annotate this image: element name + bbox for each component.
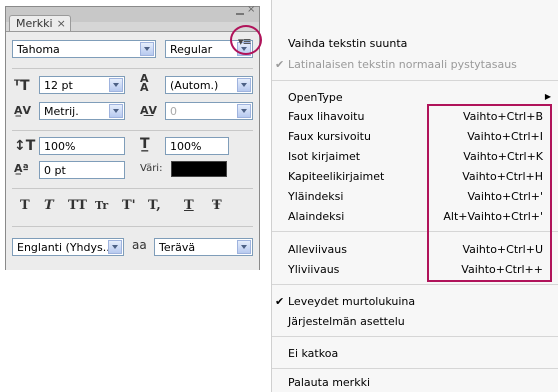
color-swatch[interactable] [171, 161, 227, 177]
font-size-value: 12 pt [44, 79, 73, 92]
menu-separator [272, 80, 558, 81]
horizontal-scale-input[interactable]: 100% [165, 137, 229, 155]
panel-flyout-menu: Vaihda tekstin suunta ✔ Latinalaisen tek… [271, 0, 558, 392]
menu-separator [272, 368, 558, 369]
language-select[interactable]: Englanti (Yhdys... [12, 238, 124, 256]
kerning-icon: A̲V [14, 104, 32, 117]
divider [12, 68, 253, 69]
menu-item-strikethrough[interactable]: Yliviivaus [288, 263, 339, 276]
menu-item-no-break[interactable]: Ei katkoa [288, 347, 338, 360]
kerning-value: Metrij. [44, 105, 79, 118]
baseline-shift-value: 0 pt [44, 164, 66, 177]
font-size-select[interactable]: 12 pt [39, 76, 125, 94]
menu-item-superscript[interactable]: Yläindeksi [288, 190, 343, 203]
chevron-down-icon[interactable] [140, 42, 154, 56]
anti-alias-select[interactable]: Terävä [154, 238, 253, 256]
horizontal-scale-value: 100% [170, 140, 202, 153]
tab-merkki[interactable]: Merkki × [9, 15, 71, 32]
menu-item-standard-vertical-roman-alignment[interactable]: Latinalaisen tekstin normaali pystytasau… [288, 58, 517, 71]
leading-value: (Autom.) [170, 79, 219, 92]
underline-button[interactable]: T [184, 198, 194, 213]
faux-bold-button[interactable]: T [20, 198, 30, 213]
horizontal-scale-icon: T̲ [140, 136, 150, 152]
leading-select[interactable]: (Autom.) [165, 76, 253, 94]
faux-italic-button[interactable]: T [44, 198, 54, 213]
chevron-down-icon[interactable] [237, 240, 251, 254]
vertical-scale-icon: ↕T [14, 138, 36, 154]
vertical-scale-value: 100% [44, 140, 76, 153]
menu-item-fractional-widths[interactable]: Leveydet murtolukuina [288, 295, 415, 308]
leading-icon: AA [140, 72, 149, 94]
chevron-down-icon[interactable] [237, 104, 251, 118]
close-icon[interactable]: × [247, 4, 255, 15]
chevron-down-icon[interactable] [109, 104, 123, 118]
tab-label: Merkki [16, 17, 53, 30]
menu-item-reset-character[interactable]: Palauta merkki [288, 376, 370, 389]
tracking-value: 0 [170, 105, 177, 118]
tab-close-icon[interactable]: × [57, 17, 66, 30]
kerning-select[interactable]: Metrij. [39, 102, 125, 120]
menu-item-faux-italic[interactable]: Faux kursivoitu [288, 130, 371, 143]
font-size-icon: ᵀT [14, 78, 30, 94]
tracking-icon: A͟V [140, 104, 158, 117]
language-value: Englanti (Yhdys... [17, 241, 114, 254]
chevron-down-icon[interactable] [109, 78, 123, 92]
menu-item-all-caps[interactable]: Isot kirjaimet [288, 150, 360, 163]
font-style-value: Regular [170, 43, 213, 56]
menu-item-faux-bold[interactable]: Faux lihavoitu [288, 110, 364, 123]
small-caps-button[interactable]: Tr [95, 199, 108, 212]
shortcut-callout-box [427, 104, 552, 282]
menu-item-subscript[interactable]: Alaindeksi [288, 210, 344, 223]
all-caps-button[interactable]: TT [68, 198, 87, 213]
subscript-button[interactable]: T, [148, 198, 161, 213]
tracking-select[interactable]: 0 [165, 102, 253, 120]
character-panel: × Merkki × Tahoma Regular ᵀT 12 pt AA (Au… [5, 4, 260, 270]
check-icon: ✔ [275, 295, 285, 308]
check-icon: ✔ [275, 58, 285, 71]
chevron-down-icon[interactable] [108, 240, 122, 254]
superscript-button[interactable]: T' [122, 198, 136, 213]
vertical-scale-input[interactable]: 100% [39, 137, 125, 155]
menu-item-change-text-orientation[interactable]: Vaihda tekstin suunta [288, 37, 407, 50]
baseline-shift-icon: A̲ª [14, 162, 29, 175]
menu-separator [272, 284, 558, 285]
divider [12, 226, 253, 227]
menu-item-system-layout[interactable]: Järjestelmän asettelu [288, 315, 405, 328]
divider [12, 188, 253, 189]
anti-alias-value: Terävä [159, 241, 196, 254]
callout-circle [230, 25, 262, 55]
minimize-icon[interactable] [236, 13, 244, 15]
menu-separator [272, 336, 558, 337]
menu-item-underline[interactable]: Alleviivaus [288, 243, 347, 256]
style-buttons-row: T T TT Tr T' T, T Ŧ [20, 198, 248, 214]
color-label: Väri: [140, 163, 163, 174]
menu-item-small-caps[interactable]: Kapiteelikirjaimet [288, 170, 384, 183]
panel-body: Tahoma Regular ᵀT 12 pt AA (Autom.) A̲V … [6, 31, 259, 270]
menu-item-opentype[interactable]: OpenType [288, 91, 343, 104]
baseline-shift-input[interactable]: 0 pt [39, 161, 125, 179]
divider [12, 130, 253, 131]
chevron-down-icon[interactable] [237, 78, 251, 92]
font-family-value: Tahoma [17, 43, 60, 56]
anti-alias-icon: aa [132, 238, 147, 252]
font-family-select[interactable]: Tahoma [12, 40, 156, 58]
strikethrough-button[interactable]: Ŧ [212, 198, 222, 213]
submenu-arrow-icon: ▶ [544, 92, 551, 101]
